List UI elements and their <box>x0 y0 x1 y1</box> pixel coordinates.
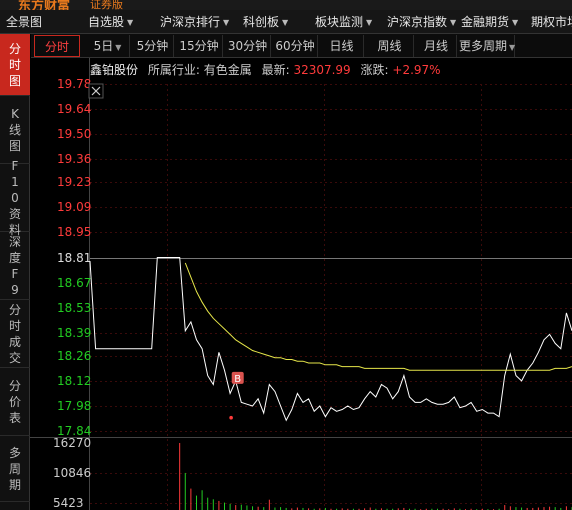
price-line <box>89 257 572 422</box>
volume-tick-label: 10846 <box>53 466 91 480</box>
price-tick-label: 18.26 <box>57 349 91 363</box>
price-tick-label: 19.36 <box>57 152 91 166</box>
price-tick-label: 19.09 <box>57 200 91 214</box>
chart-grid <box>30 58 572 510</box>
volume-tick-label: 16270 <box>53 436 91 450</box>
price-tick-label: 18.53 <box>57 301 91 315</box>
average-line <box>184 262 572 371</box>
price-tick-label: 19.23 <box>57 175 91 189</box>
price-tick-label: 18.95 <box>57 225 91 239</box>
stock-info-bar: 鑫铂股份 所属行业: 有色金属 最新: 32307.99 涨跌: +2.97% <box>90 60 441 80</box>
buy-marker-icon: B <box>231 371 244 385</box>
stock-name: 鑫铂股份 <box>90 63 139 77</box>
price-tick-label: 19.50 <box>57 127 91 141</box>
latest-value: 32307.99 <box>293 63 351 77</box>
latest-label: 最新: <box>261 63 290 77</box>
price-tick-label: 18.12 <box>57 374 91 388</box>
volume-chart <box>179 443 572 510</box>
price-tick-label: 18.39 <box>57 326 91 340</box>
change-value: +2.97% <box>392 63 441 77</box>
price-tick-label: 19.78 <box>57 77 91 91</box>
volume-tick-label: 5423 <box>53 496 84 510</box>
industry-value: 有色金属 <box>203 63 252 77</box>
close-icon[interactable] <box>88 83 104 99</box>
price-tick-label: 19.64 <box>57 102 91 116</box>
price-tick-label: 18.81 <box>57 251 91 265</box>
buy-marker-label: B <box>234 374 241 385</box>
line-layer: B <box>89 257 572 422</box>
industry-label: 所属行业: <box>147 63 200 77</box>
price-tick-label: 18.67 <box>57 276 91 290</box>
trade-dot <box>229 415 233 420</box>
change-label: 涨跌: <box>360 63 389 77</box>
price-axis: 19.78 19.64 19.50 19.36 19.23 19.09 18.95 18.81… <box>53 77 91 510</box>
price-tick-label: 17.98 <box>57 399 91 413</box>
